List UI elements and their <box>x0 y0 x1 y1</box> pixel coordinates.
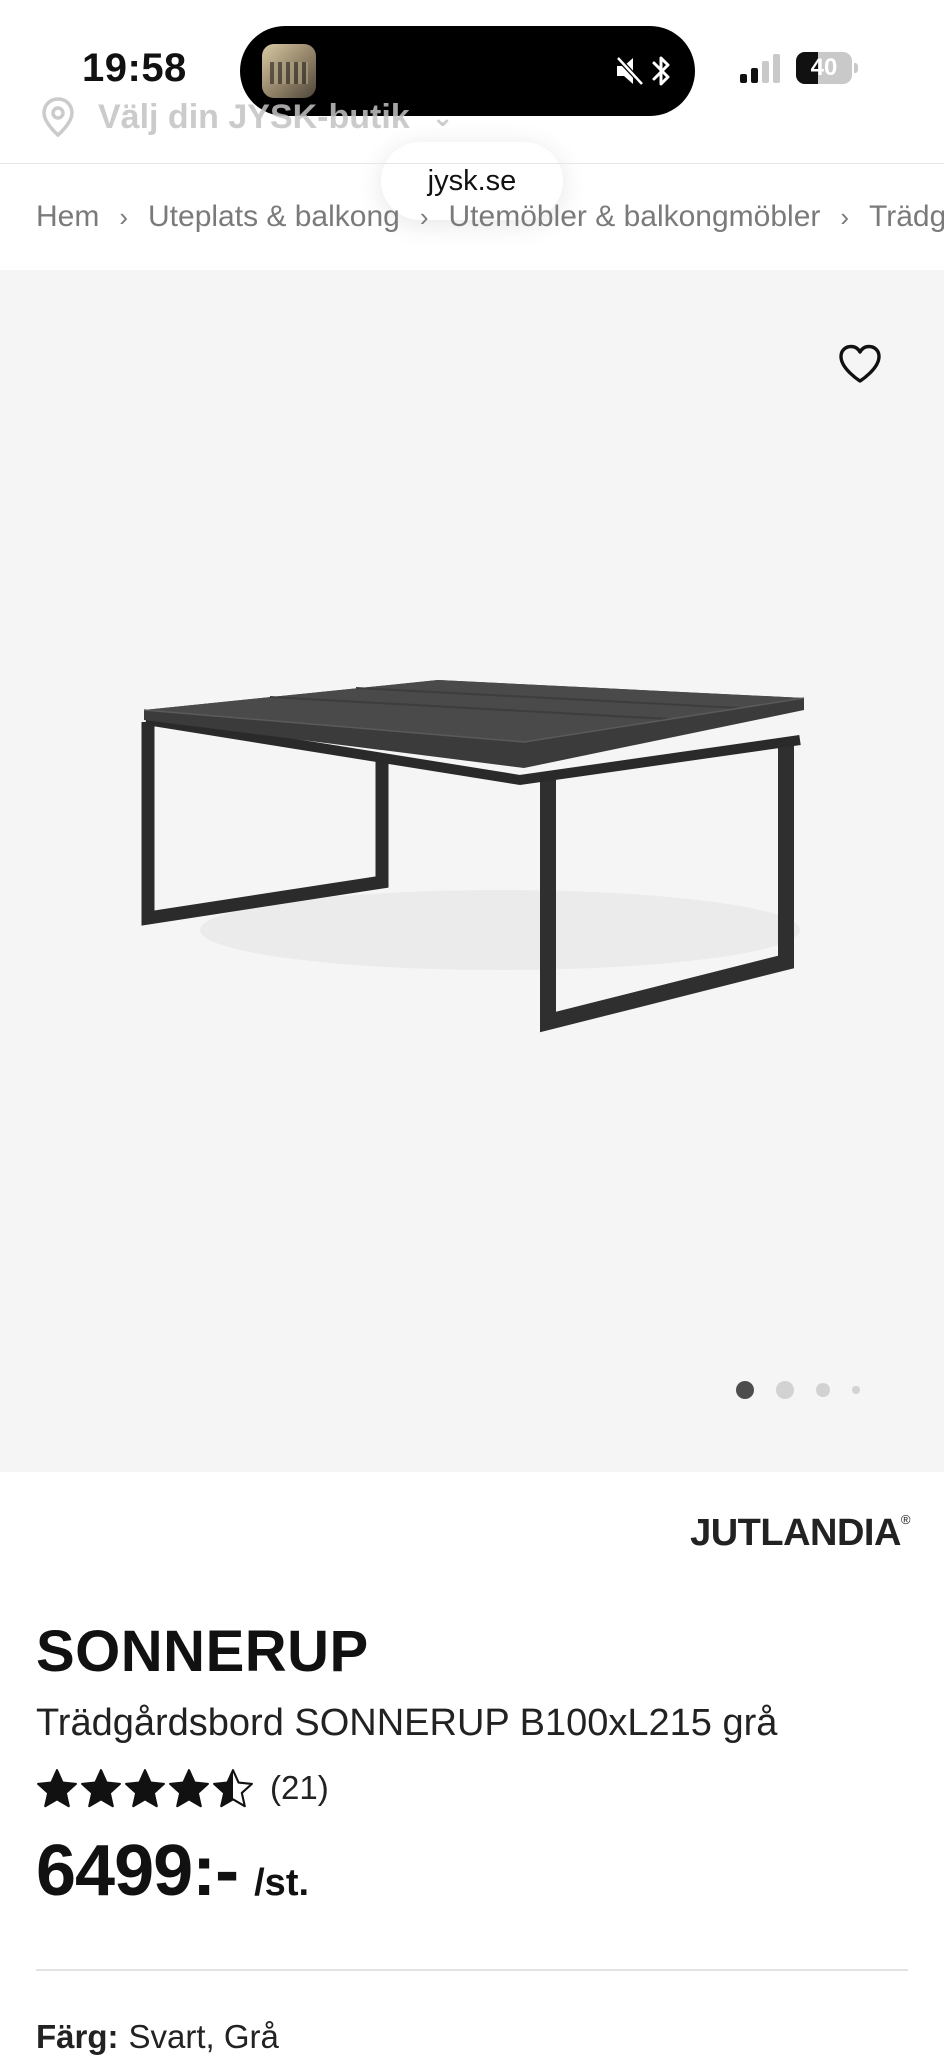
price-row: 6499:- /st. <box>36 1830 309 1920</box>
battery-level: 40 <box>810 54 838 81</box>
island-status-icons <box>615 50 673 92</box>
breadcrumb: Hem › Uteplats & balkong › Utemöbler & b… <box>36 192 944 242</box>
breadcrumb-item-tradgardsbord[interactable]: Trädgårdsbord <box>869 200 944 234</box>
store-selector-label: Välj din JYSK-butik <box>98 97 410 136</box>
speaker-muted-icon <box>616 56 644 86</box>
product-rating[interactable]: (21) <box>36 1762 329 1814</box>
registered-mark: ® <box>900 1512 911 1527</box>
color-value: Svart, Grå <box>128 2018 279 2055</box>
brand-name: JUTLANDIA <box>690 1512 901 1554</box>
product-image <box>141 680 805 1033</box>
header-divider <box>0 163 944 164</box>
star-icon <box>213 1769 253 1808</box>
gallery-dot[interactable] <box>816 1383 830 1397</box>
product-price: 6499:- <box>36 1831 239 1911</box>
gallery-dot[interactable] <box>736 1381 754 1399</box>
section-divider <box>36 1969 908 1971</box>
gallery-pagination[interactable] <box>736 1376 860 1404</box>
chevron-right-icon: › <box>840 201 850 232</box>
wishlist-button[interactable] <box>830 338 890 390</box>
gallery-dot[interactable] <box>776 1381 794 1399</box>
color-label: Färg: <box>36 2018 119 2055</box>
heart-icon <box>839 344 881 383</box>
chevron-right-icon: › <box>119 201 129 232</box>
star-icon <box>169 1769 209 1808</box>
breadcrumb-item-utemobler[interactable]: Utemöbler & balkongmöbler <box>449 200 821 234</box>
cellular-signal-icon <box>740 54 780 83</box>
gallery-dot[interactable] <box>852 1386 860 1394</box>
review-count: (21) <box>270 1769 329 1806</box>
bluetooth-icon <box>652 56 670 86</box>
star-icon <box>81 1769 121 1808</box>
star-icon <box>37 1769 77 1808</box>
store-selector[interactable]: Välj din JYSK-butik ⌄ <box>40 92 454 142</box>
color-info: Färg: Svart, Grå <box>36 2018 279 2056</box>
breadcrumb-item-hem[interactable]: Hem <box>36 200 99 234</box>
brand-logo: JUTLANDIA® <box>690 1512 910 1562</box>
product-name: SONNERUP <box>36 1619 369 1684</box>
status-time: 19:58 <box>82 46 187 90</box>
product-description: Trädgårdsbord SONNERUP B100xL215 grå <box>36 1702 778 1744</box>
location-pin-icon <box>42 97 74 138</box>
chevron-down-icon: ⌄ <box>431 101 454 132</box>
battery-body: 40 <box>796 52 852 84</box>
star-icon <box>125 1769 165 1808</box>
rating-stars <box>36 1768 254 1808</box>
chevron-right-icon: › <box>419 201 429 232</box>
price-unit: /st. <box>254 1862 310 1904</box>
battery-cap <box>854 63 858 73</box>
now-playing-artwork <box>262 44 316 98</box>
battery-indicator: 40 <box>796 52 858 84</box>
breadcrumb-item-uteplats[interactable]: Uteplats & balkong <box>148 200 400 234</box>
